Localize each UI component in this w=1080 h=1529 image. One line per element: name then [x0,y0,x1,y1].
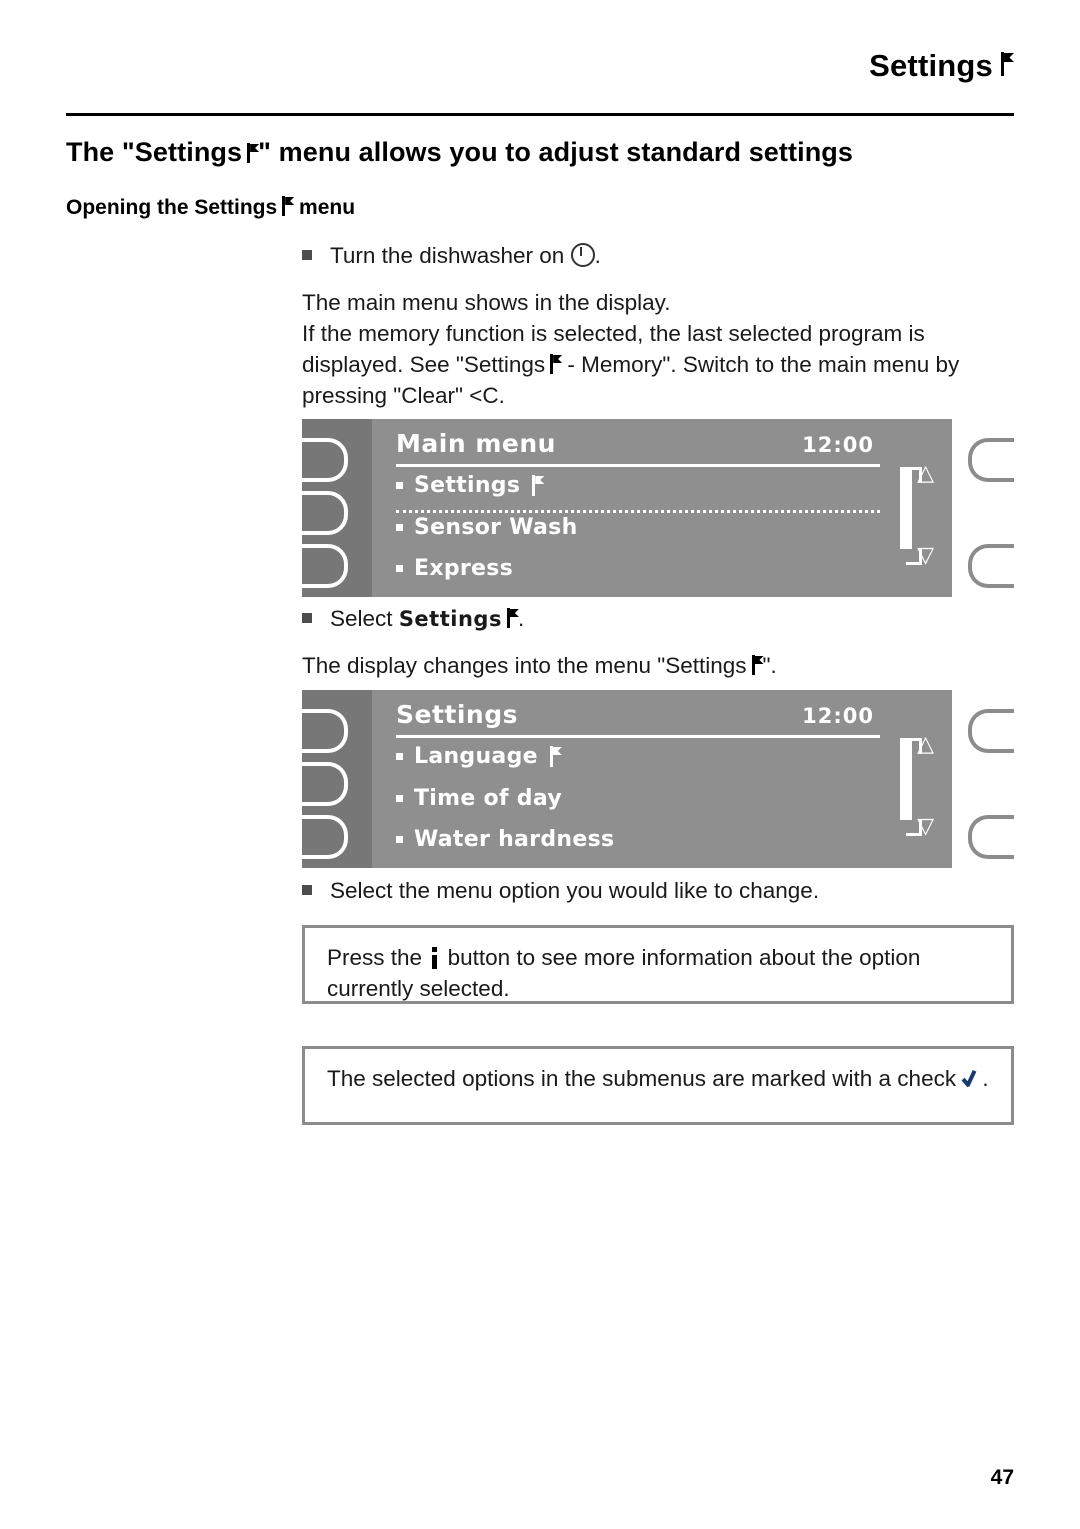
settings-flag-icon [549,746,562,767]
square-bullet-icon [302,885,312,895]
bullet-dot-icon [396,482,403,489]
display-title-underline [396,735,880,738]
chapter-title-before: The "Settings [66,137,243,167]
settings-flag-icon [282,196,293,216]
display-clock: 12:00 [802,433,874,457]
display-button-right-1[interactable] [968,709,1014,753]
section-heading: Opening the Settings menu [66,196,766,220]
paragraph-1: The main menu shows in the display. [302,290,671,315]
section-heading-before: Opening the Settings [66,196,278,219]
note-text: Press the button to see more information… [305,928,1011,1018]
settings-flag-icon [532,475,544,496]
note-2-part-b: . [982,1066,989,1091]
step-2-period: . [517,606,525,631]
list-item: Turn the dishwasher on . [302,240,1014,271]
display-main-menu: Main menu 12:00 Settings Sensor Wash Exp… [302,419,1014,597]
display-screen: Settings 12:00 Language Time of day Wate… [372,690,952,868]
scroll-up-arrow-icon[interactable]: △ [917,734,934,756]
bullet-dot-icon [396,753,403,760]
paragraph-3-part-a: The display changes into the menu "Setti… [302,653,747,678]
display-menu-item-express[interactable]: Express [396,556,513,581]
display-menu-item-label: Water hardness [414,827,615,852]
display-title: Main menu [396,429,556,458]
display-right-buttons [952,690,1014,868]
display-scrollbar[interactable] [900,467,912,549]
square-bullet-icon [302,613,312,623]
display-left-buttons [302,419,372,597]
bullet-dot-icon [396,524,403,531]
paragraph-2: If the memory function is selected, the … [302,318,1014,411]
paragraph-3-part-b: ". [762,653,777,678]
display-button-left-1[interactable] [302,438,348,482]
header-title: Settings [869,48,993,83]
display-scrollbar[interactable] [900,738,912,820]
display-menu-item-sensor-wash[interactable]: Sensor Wash [396,515,578,540]
display-menu-item-label: Language [414,744,538,769]
list-item: Select the menu option you would like to… [302,875,1014,906]
display-screen: Main menu 12:00 Settings Sensor Wash Exp… [372,419,952,597]
step-2-value: Settings [398,607,502,631]
display-button-right-2[interactable] [968,544,1014,588]
info-icon [428,947,441,969]
note-1-part-a: Press the [327,945,423,970]
display-menu-item-language[interactable]: Language [396,744,562,769]
header-rule [66,113,1014,116]
settings-flag-icon [1001,52,1014,76]
step-1-period: . [594,243,601,268]
note-2-part-a: The selected options in the submenus are… [327,1066,957,1091]
page-title: The "Settings " menu allows you to adjust… [66,137,1026,168]
list-item: Select Settings. [302,603,1014,635]
scroll-down-arrow-icon[interactable]: ▽ [917,545,934,567]
display-right-buttons [952,419,1014,597]
note-box-info-button: Press the button to see more information… [302,925,1014,1004]
square-bullet-icon [302,250,312,260]
display-settings-menu: Settings 12:00 Language Time of day Wate… [302,690,1014,868]
display-menu-item-label: Settings [414,473,521,498]
step-3-text: Select the menu option you would like to… [330,878,820,903]
page-header: Settings [66,48,1014,84]
display-menu-item-label: Sensor Wash [414,515,578,540]
display-title: Settings [396,700,519,729]
section-heading-after: menu [299,196,356,219]
display-button-left-2[interactable] [302,762,348,806]
step-2-label: Select [330,606,393,631]
power-icon [570,243,595,267]
bullet-dot-icon [396,795,403,802]
note-box-check-mark: The selected options in the submenus are… [302,1046,1014,1125]
display-clock: 12:00 [802,704,874,728]
display-menu-item-time-of-day[interactable]: Time of day [396,786,562,811]
display-button-left-3[interactable] [302,544,348,588]
step-1-block: Turn the dishwasher on . [302,240,1014,271]
display-dotted-separator [396,510,880,513]
display-menu-item-label: Express [414,556,514,581]
scroll-down-arrow-icon[interactable]: ▽ [917,816,934,838]
display-left-buttons [302,690,372,868]
step-3-block: Select the menu option you would like to… [302,875,1014,906]
display-title-underline [396,464,880,467]
chapter-title-after: " menu allows you to adjust standard set… [258,137,854,167]
display-button-right-2[interactable] [968,815,1014,859]
display-button-left-3[interactable] [302,815,348,859]
display-button-left-2[interactable] [302,491,348,535]
display-button-right-1[interactable] [968,438,1014,482]
bullet-dot-icon [396,836,403,843]
settings-flag-icon [506,608,518,628]
display-menu-item-settings[interactable]: Settings [396,473,544,498]
settings-flag-icon [751,655,763,675]
display-menu-item-label: Time of day [414,786,562,811]
note-text: The selected options in the submenus are… [305,1049,1011,1108]
settings-flag-icon [247,143,258,163]
step-2-block: Select Settings. [302,603,1014,635]
page-number: 47 [990,1466,1014,1489]
step-1-text: Turn the dishwasher on [330,243,565,268]
settings-flag-icon [550,354,561,374]
display-menu-item-water-hardness[interactable]: Water hardness [396,827,614,852]
scroll-up-arrow-icon[interactable]: △ [917,463,934,485]
display-button-left-1[interactable] [302,709,348,753]
paragraph-3: The display changes into the menu "Setti… [302,650,1014,681]
bullet-dot-icon [396,565,403,572]
check-icon [962,1069,982,1089]
